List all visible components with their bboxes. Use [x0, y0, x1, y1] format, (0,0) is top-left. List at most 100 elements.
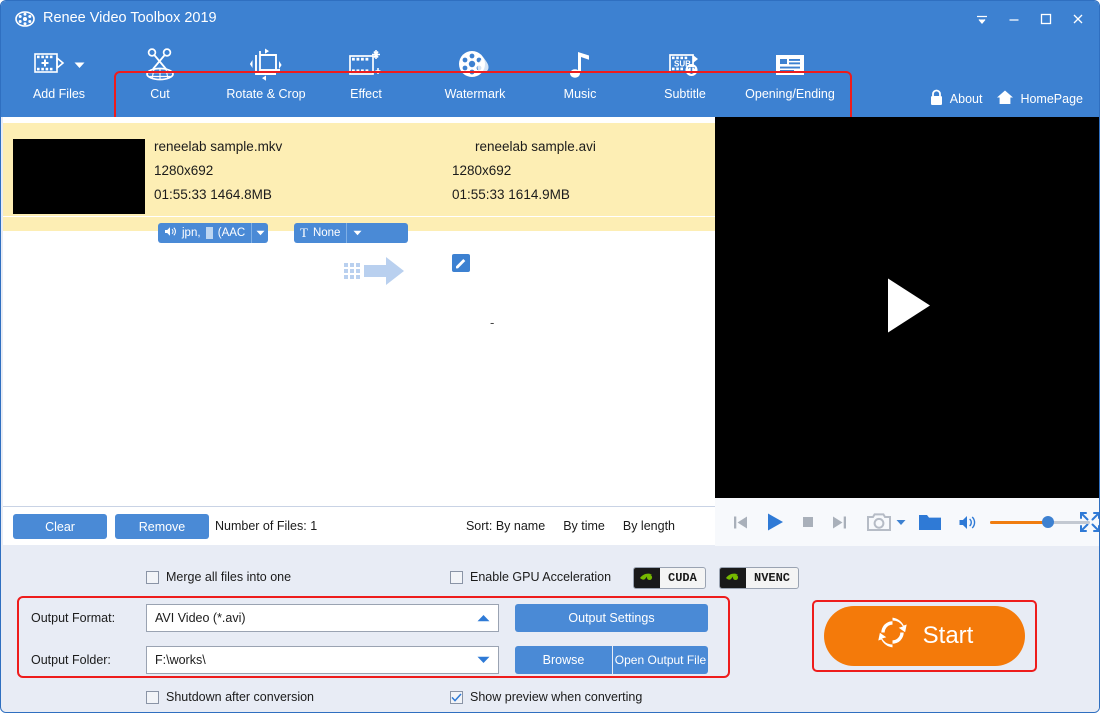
shutdown-after-conversion-checkbox[interactable]: Shutdown after conversion: [146, 690, 314, 704]
output-format-select[interactable]: AVI Video (*.avi): [146, 604, 499, 632]
track-selectors: jpn, (AAC T None: [3, 217, 715, 249]
nvenc-badge: NVENC: [719, 567, 799, 589]
stop-icon[interactable]: [800, 514, 816, 530]
opening-ending-icon: [771, 45, 809, 85]
toolbar-item-opening-ending[interactable]: Opening/Ending: [738, 45, 842, 111]
output-format-label: Output Format:: [31, 611, 115, 625]
video-thumbnail: [13, 139, 145, 214]
redacted-text-block: [206, 227, 213, 239]
sort-by-length[interactable]: By length: [623, 519, 675, 533]
title-bar: Renee Video Toolbox 2019: [1, 1, 1100, 37]
toolbar-label-cut: Cut: [150, 87, 169, 101]
subtitle-track-label: None: [313, 227, 341, 239]
home-icon: [996, 89, 1014, 109]
volume-knob[interactable]: [1042, 516, 1054, 528]
extra-track-marker: -: [490, 315, 494, 330]
nvenc-label: NVENC: [746, 571, 798, 585]
caret-down-icon[interactable]: [477, 653, 490, 667]
merge-all-files-checkbox[interactable]: Merge all files into one: [146, 570, 291, 584]
caret-down-icon[interactable]: [346, 223, 368, 243]
toolbar-label-subtitle: Subtitle: [664, 87, 706, 101]
clear-button[interactable]: Clear: [13, 514, 107, 539]
speaker-icon[interactable]: [958, 514, 978, 531]
source-file-name: reneelab sample.mkv: [154, 139, 282, 154]
source-duration-size: 01:55:33 1464.8MB: [154, 187, 272, 202]
subtitle-icon: SUB T: [666, 45, 704, 85]
sort-by-name[interactable]: By name: [496, 519, 545, 533]
caret-up-icon[interactable]: [477, 611, 490, 625]
video-preview[interactable]: [715, 117, 1100, 498]
output-folder-value: F:\works\: [155, 653, 206, 667]
window-controls: [967, 6, 1093, 32]
audio-track-select[interactable]: jpn, (AAC: [158, 223, 268, 243]
convert-arrow-icon: [344, 253, 406, 292]
app-title: Renee Video Toolbox 2019: [43, 10, 217, 26]
edit-output-name-button[interactable]: [452, 254, 470, 272]
toolbar-item-cut[interactable]: Cut: [108, 45, 212, 111]
audio-track-prefix: jpn,: [182, 227, 201, 239]
number-of-files-value: 1: [310, 519, 317, 533]
add-files-button[interactable]: Add Files: [7, 45, 111, 111]
caret-down-icon[interactable]: [251, 223, 268, 243]
caret-down-icon[interactable]: [74, 56, 85, 74]
folder-icon[interactable]: [918, 512, 942, 532]
toolbar-item-watermark[interactable]: Watermark: [423, 45, 527, 111]
toolbar-item-music[interactable]: Music: [528, 45, 632, 111]
open-output-file-button[interactable]: Open Output File: [613, 646, 708, 674]
watermark-droplet-icon: [456, 45, 494, 85]
player-controls: [715, 498, 1100, 546]
enable-gpu-label: Enable GPU Acceleration: [470, 570, 611, 584]
film-reel-icon: [15, 9, 35, 29]
homepage-label: HomePage: [1020, 92, 1083, 106]
toolbar-item-effect[interactable]: Effect: [314, 45, 418, 111]
toolbar-item-subtitle[interactable]: SUB T Subtitle: [633, 45, 737, 111]
close-button[interactable]: [1063, 6, 1093, 32]
output-folder-input[interactable]: F:\works\: [146, 646, 499, 674]
main-toolbar: Add Files Cut: [1, 37, 1100, 117]
play-triangle-icon[interactable]: [881, 275, 935, 340]
output-file-name: reneelab sample.avi: [475, 139, 596, 154]
film-sparkle-icon: [347, 45, 385, 85]
volume-slider[interactable]: [990, 515, 1057, 529]
output-format-value: AVI Video (*.avi): [155, 611, 246, 625]
about-link[interactable]: About: [929, 89, 983, 109]
skip-forward-icon[interactable]: [830, 513, 849, 532]
remove-button[interactable]: Remove: [115, 514, 209, 539]
play-icon[interactable]: [764, 511, 786, 533]
toolbar-label-music: Music: [564, 87, 597, 101]
about-label: About: [950, 92, 983, 106]
caret-down-icon[interactable]: [896, 519, 906, 526]
lock-icon: [929, 89, 944, 109]
sort-controls: Sort: By name By time By length: [466, 519, 675, 533]
output-settings-button[interactable]: Output Settings: [515, 604, 708, 632]
output-resolution: 1280x692: [452, 163, 511, 178]
svg-text:T: T: [688, 66, 695, 77]
skip-back-icon[interactable]: [731, 513, 750, 532]
subtitle-track-select[interactable]: T None: [294, 223, 408, 243]
enable-gpu-checkbox[interactable]: Enable GPU Acceleration: [450, 570, 611, 584]
show-preview-checkbox[interactable]: Show preview when converting: [450, 690, 642, 704]
music-note-icon: [561, 45, 599, 85]
start-button[interactable]: Start: [824, 606, 1025, 666]
nvidia-eye-icon: [720, 568, 746, 588]
table-row[interactable]: reneelab sample.mkv 1280x692 01:55:33 14…: [3, 123, 715, 231]
checkbox-box: [146, 571, 159, 584]
maximize-button[interactable]: [1031, 6, 1061, 32]
homepage-link[interactable]: HomePage: [996, 89, 1083, 109]
sort-by-time[interactable]: By time: [563, 519, 605, 533]
checkbox-box: [450, 691, 463, 704]
film-plus-icon: [34, 50, 68, 81]
minimize-button[interactable]: [999, 6, 1029, 32]
browse-button[interactable]: Browse: [515, 646, 612, 674]
camera-icon[interactable]: [867, 512, 893, 533]
refresh-cycle-icon: [876, 616, 909, 656]
toolbar-item-rotate-crop[interactable]: Rotate & Crop: [214, 45, 318, 111]
audio-track-suffix: (AAC: [218, 227, 245, 239]
checkbox-box: [450, 571, 463, 584]
skin-menu-button[interactable]: [967, 6, 997, 32]
output-duration-size: 01:55:33 1614.9MB: [452, 187, 570, 202]
output-folder-label: Output Folder:: [31, 653, 111, 667]
cuda-label: CUDA: [660, 571, 705, 585]
toolbar-links: About HomePage: [929, 89, 1083, 109]
checkbox-box: [146, 691, 159, 704]
